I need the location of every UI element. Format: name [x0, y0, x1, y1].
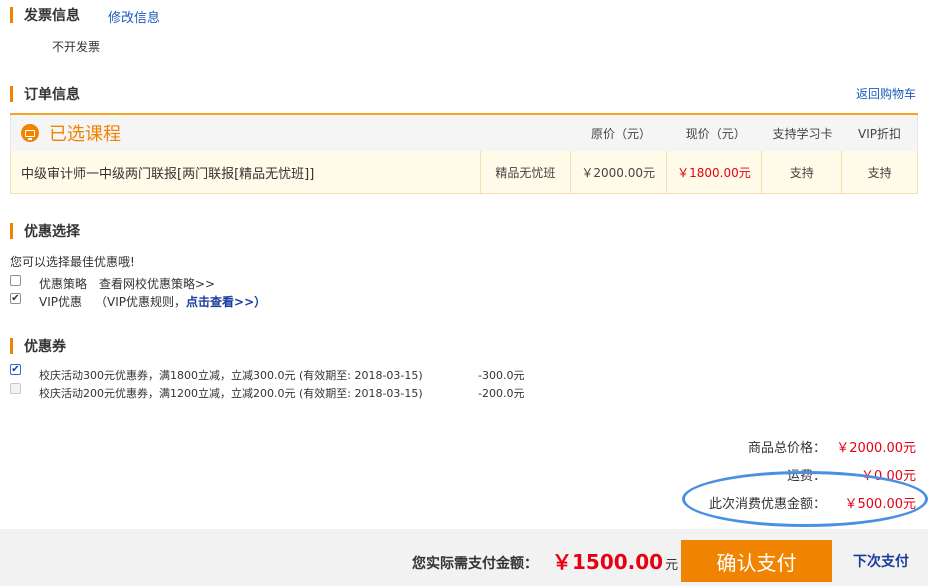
discount-hint: 您可以选择最佳优惠哦!	[10, 255, 135, 269]
coupon-300-text: 校庆活动300元优惠券，满1800立减，立减300.0元 (有效期至: 2018…	[39, 369, 423, 382]
discount-title: 优惠选择	[24, 224, 80, 240]
vip-rules-prefix: （VIP优惠规则，	[95, 295, 186, 309]
total-price-value: ￥2000.00元	[836, 441, 916, 456]
coupon-200-checkbox[interactable]	[10, 383, 21, 394]
vip-discount-label: VIP优惠	[39, 295, 82, 309]
back-to-cart-link[interactable]: 返回购物车	[856, 85, 916, 102]
course-header: 已选课程	[11, 120, 485, 146]
confirm-payment-button[interactable]: 确认支付	[681, 540, 832, 582]
vip-rules-suffix: >>）	[234, 295, 267, 309]
table-row: 中级审计师一中级两门联报[两门联报[精品无忧班]] 精品无忧班 ￥2000.00…	[10, 151, 918, 194]
section-marker	[10, 7, 13, 23]
section-marker	[10, 338, 13, 354]
original-price: ￥2000.00元	[569, 151, 666, 193]
annotation-circle	[682, 471, 928, 527]
discount-strategy-label: 优惠策略	[39, 277, 88, 291]
discount-section-title: 优惠选择	[10, 222, 80, 240]
order-title: 订单信息	[24, 87, 80, 103]
section-marker	[10, 223, 13, 239]
pay-later-link[interactable]: 下次支付	[853, 551, 909, 571]
order-table: 已选课程 原价（元） 现价（元） 支持学习卡 VIP折扣 中级审计师一中级两门联…	[10, 113, 918, 194]
study-card-support: 支持	[761, 151, 841, 193]
class-type: 精品无忧班	[479, 151, 570, 193]
coupon-200-text: 校庆活动200元优惠券，满1200立减，立减200.0元 (有效期至: 2018…	[39, 387, 423, 400]
discount-strategy-checkbox[interactable]	[10, 275, 21, 286]
vip-rules-text: （VIP优惠规则，点击查看>>）	[95, 293, 266, 310]
coupon-200-amount: -200.0元	[478, 387, 525, 400]
coupon-300-amount: -300.0元	[478, 369, 525, 382]
course-header-label: 已选课程	[49, 124, 121, 145]
invoice-title: 发票信息	[24, 8, 80, 24]
vip-rules-link[interactable]: 点击查看	[186, 295, 234, 309]
monitor-icon	[21, 124, 39, 142]
header-current-price: 现价（元）	[685, 126, 746, 141]
header-original-price: 原价（元）	[590, 126, 651, 141]
vip-discount-support: 支持	[841, 151, 917, 193]
coupon-section-title: 优惠券	[10, 337, 66, 355]
pay-amount-value: ￥1500.00	[552, 550, 664, 574]
total-price-label: 商品总价格：	[747, 441, 826, 456]
view-discount-strategy-link[interactable]: 查看网校优惠策略>>	[99, 275, 215, 292]
course-name: 中级审计师一中级两门联报[两门联报[精品无忧班]]	[21, 166, 315, 182]
invoice-value: 不开发票	[52, 40, 101, 54]
invoice-section-title: 发票信息	[10, 6, 80, 24]
section-marker	[10, 86, 13, 102]
edit-invoice-link[interactable]: 修改信息	[108, 7, 160, 26]
vip-discount-checkbox[interactable]	[10, 293, 21, 304]
pay-amount-label: 您实际需支付金额：	[412, 556, 538, 572]
payment-bar: 您实际需支付金额： ￥1500.00 元 确认支付 下次支付	[0, 529, 928, 586]
pay-amount-unit: 元	[665, 558, 679, 573]
current-price: ￥1800.00元	[665, 151, 762, 193]
coupon-300-checkbox[interactable]	[10, 364, 21, 375]
header-study-card: 支持学习卡	[772, 126, 833, 141]
pay-amount: ￥1500.00 元	[552, 546, 678, 575]
order-section-title: 订单信息	[10, 85, 80, 103]
header-vip-discount: VIP折扣	[858, 126, 901, 141]
order-table-header: 已选课程 原价（元） 现价（元） 支持学习卡 VIP折扣	[10, 115, 918, 151]
coupon-title: 优惠券	[24, 339, 66, 355]
